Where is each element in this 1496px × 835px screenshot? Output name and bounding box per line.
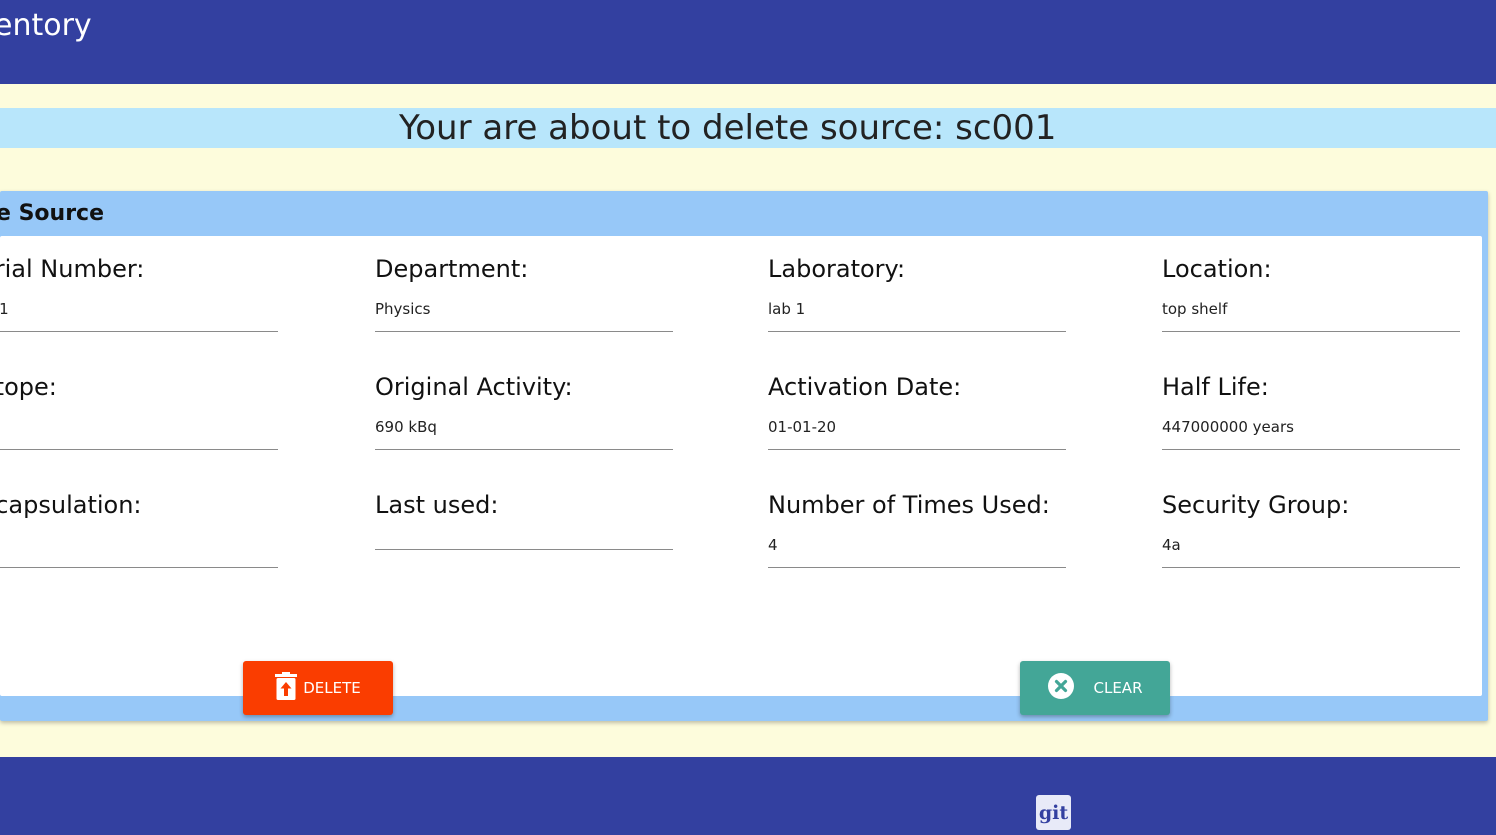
- isotope-field[interactable]: otope: 38: [0, 372, 278, 462]
- card-body: erial Number: 001 Department: Physics La…: [0, 236, 1482, 715]
- git-link[interactable]: git: [1036, 795, 1071, 830]
- laboratory-label: Laboratory:: [768, 255, 906, 283]
- location-label: Location:: [1162, 255, 1272, 283]
- half-life-field[interactable]: Half Life: 447000000 years: [1162, 372, 1460, 462]
- activation-date-field[interactable]: Activation Date: 01-01-20: [768, 372, 1066, 462]
- original-activity-label: Original Activity:: [375, 373, 573, 401]
- delete-warning-text: Your are about to delete source: sc001: [399, 108, 1057, 148]
- field-underline: [1162, 567, 1460, 568]
- app-header: entory: [0, 0, 1496, 84]
- department-label: Department:: [375, 255, 529, 283]
- field-underline: [0, 449, 278, 450]
- x-circle-icon: [1047, 673, 1074, 703]
- delete-warning-banner: Your are about to delete source: sc001: [0, 108, 1496, 148]
- serial-number-label: erial Number:: [0, 255, 145, 283]
- serial-number-value: 001: [0, 300, 9, 318]
- isotope-label: otope:: [0, 373, 57, 401]
- field-underline: [1162, 449, 1460, 450]
- encapsulation-label: ncapsulation:: [0, 491, 142, 519]
- field-underline: [0, 567, 278, 568]
- trash-arrow-up-icon: [275, 672, 298, 704]
- security-group-label: Security Group:: [1162, 491, 1350, 519]
- activation-date-label: Activation Date:: [768, 373, 962, 401]
- original-activity-value: 690 kBq: [375, 418, 437, 436]
- last-used-label: Last used:: [375, 491, 499, 519]
- last-used-field[interactable]: Last used:: [375, 490, 673, 580]
- half-life-label: Half Life:: [1162, 373, 1269, 401]
- clear-button[interactable]: CLEAR: [1020, 661, 1170, 715]
- security-group-value: 4a: [1162, 536, 1181, 554]
- department-value: Physics: [375, 300, 431, 318]
- times-used-field[interactable]: Number of Times Used: 4: [768, 490, 1066, 580]
- activation-date-value: 01-01-20: [768, 418, 837, 436]
- field-underline: [375, 331, 673, 332]
- location-value: top shelf: [1162, 300, 1228, 318]
- times-used-value: 4: [768, 536, 778, 554]
- delete-button-label: DELETE: [303, 679, 361, 697]
- app-footer: git: [0, 757, 1496, 835]
- source-details-card: e Source erial Number: 001 Department: P…: [0, 191, 1488, 721]
- half-life-value: 447000000 years: [1162, 418, 1294, 436]
- field-underline: [768, 449, 1066, 450]
- encapsulation-field[interactable]: ncapsulation: sk: [0, 490, 278, 580]
- location-field[interactable]: Location: top shelf: [1162, 254, 1460, 344]
- clear-button-label: CLEAR: [1093, 679, 1143, 697]
- field-underline: [375, 549, 673, 550]
- field-underline: [375, 449, 673, 450]
- original-activity-field[interactable]: Original Activity: 690 kBq: [375, 372, 673, 462]
- card-title: e Source: [0, 201, 105, 226]
- field-underline: [768, 567, 1066, 568]
- field-underline: [1162, 331, 1460, 332]
- times-used-label: Number of Times Used:: [768, 491, 1050, 519]
- serial-number-field[interactable]: erial Number: 001: [0, 254, 278, 344]
- field-underline: [768, 331, 1066, 332]
- delete-button[interactable]: DELETE: [243, 661, 393, 715]
- laboratory-value: lab 1: [768, 300, 806, 318]
- laboratory-field[interactable]: Laboratory: lab 1: [768, 254, 1066, 344]
- security-group-field[interactable]: Security Group: 4a: [1162, 490, 1460, 580]
- field-underline: [0, 331, 278, 332]
- app-title: entory: [0, 8, 92, 43]
- department-field[interactable]: Department: Physics: [375, 254, 673, 344]
